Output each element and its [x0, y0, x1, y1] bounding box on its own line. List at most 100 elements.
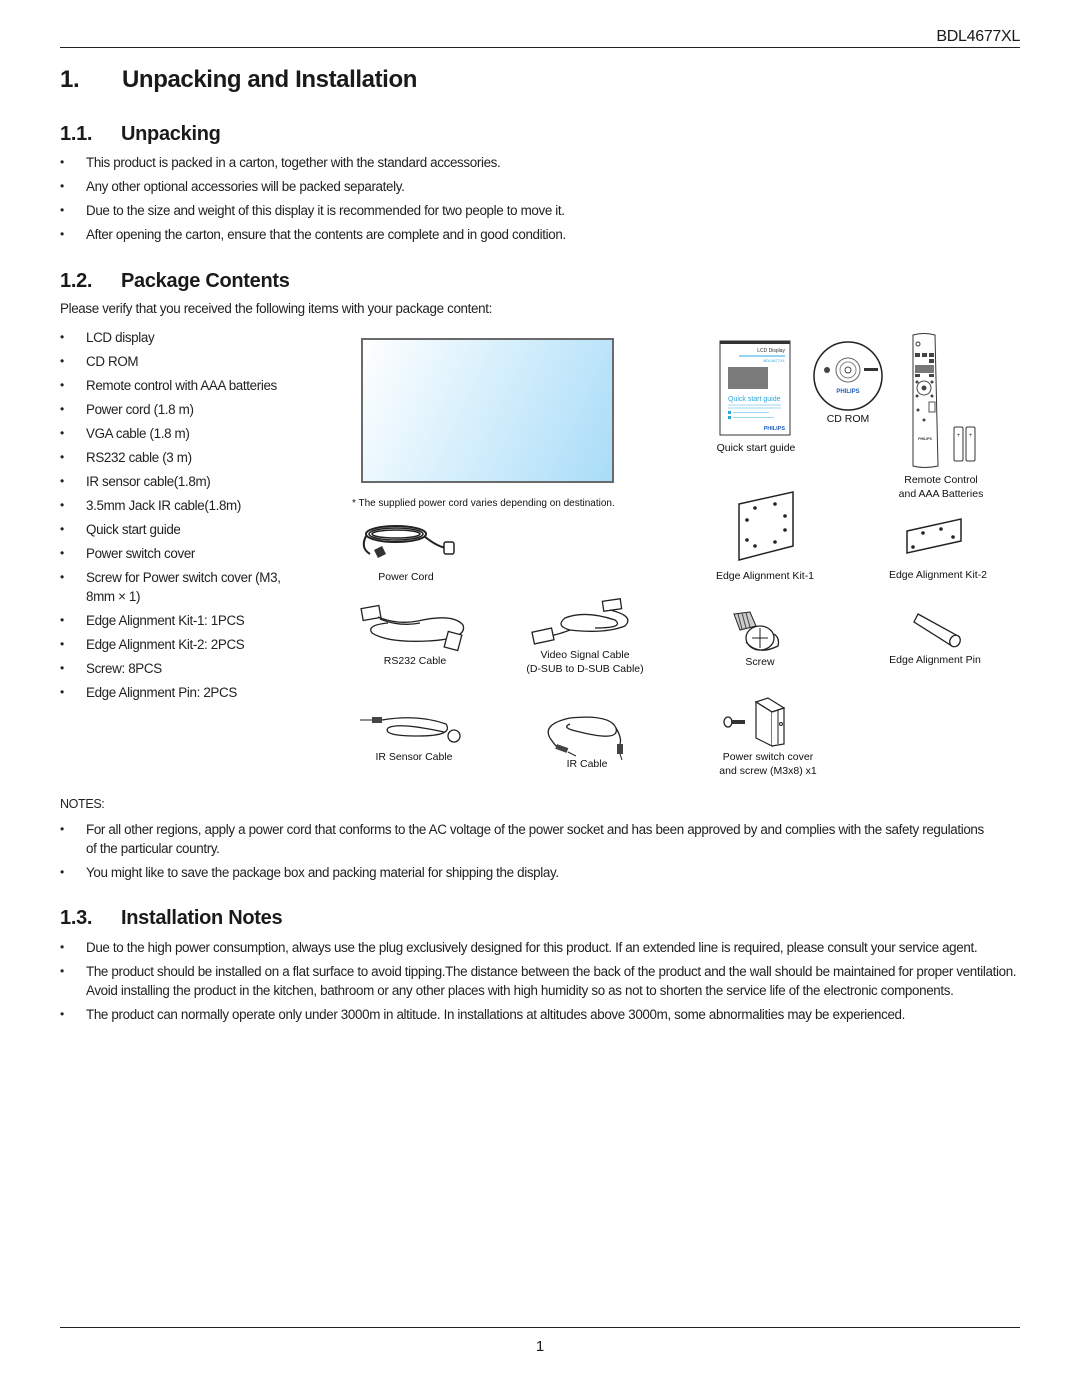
- list-item: For all other regions, apply a power cor…: [58, 820, 988, 858]
- list-item: Screw for Power switch cover (M3, 8mm × …: [58, 568, 311, 606]
- package-items-list: LCD display CD ROM Remote control with A…: [58, 328, 318, 702]
- section-number: 1.3.: [60, 907, 93, 929]
- list-item: CD ROM: [58, 352, 318, 371]
- list-item: Quick start guide: [58, 520, 318, 539]
- video-cable-illustration: [525, 598, 645, 646]
- caption-remote-control: Remote Control and AAA Batteries: [880, 473, 1002, 501]
- caption-edge-kit-2: Edge Alignment Kit-2: [888, 569, 988, 581]
- caption-quick-start-guide: Quick start guide: [716, 442, 796, 454]
- remote-brand: PHILIPS: [918, 437, 932, 441]
- caption-power-switch-cover: Power switch cover and screw (M3x8) x1: [700, 750, 836, 778]
- caption-edge-pin: Edge Alignment Pin: [889, 654, 981, 666]
- edge-kit-1-illustration: [737, 490, 797, 562]
- caption-line: Remote Control: [904, 474, 978, 486]
- screw-illustration: [730, 608, 785, 658]
- caption-line: and screw (M3x8) x1: [719, 765, 817, 777]
- list-item: Due to the high power consumption, alway…: [58, 938, 1023, 957]
- section-title: Installation Notes: [121, 907, 283, 929]
- caption-line: (D-SUB to D-SUB Cable): [526, 663, 644, 675]
- power-cord-illustration: [358, 520, 458, 566]
- footer-rule: [60, 1327, 1020, 1328]
- caption-ir-sensor-cable: IR Sensor Cable: [375, 751, 453, 763]
- cd-brand: PHILIPS: [836, 389, 859, 395]
- quick-start-guide-illustration: LCD Display BDL4677XL Quick start guide …: [719, 340, 791, 436]
- ir-cable-icon: [547, 716, 623, 761]
- notes-list: For all other regions, apply a power cor…: [58, 820, 988, 882]
- guide-brand: PHILIPS: [764, 426, 786, 432]
- remote-control-icon: PHILIPS + +: [912, 333, 976, 468]
- list-item: The product should be installed on a fla…: [58, 962, 1023, 1000]
- power-cord-note: * The supplied power cord varies dependi…: [352, 498, 615, 509]
- unpacking-list: This product is packed in a carton, toge…: [58, 153, 1018, 244]
- cd-rom-illustration: PHILIPS: [812, 340, 884, 412]
- section-title: Package Contents: [121, 270, 290, 292]
- remote-control-illustration: PHILIPS + +: [910, 332, 980, 470]
- section-title: Unpacking: [121, 123, 221, 145]
- guide-model: BDL4677XL: [763, 358, 785, 363]
- list-item: Edge Alignment Kit-1: 1PCS: [58, 611, 318, 630]
- list-item: Power cord (1.8 m): [58, 400, 318, 419]
- package-intro: Please verify that you received the foll…: [60, 301, 492, 316]
- chapter-title: 1. Unpacking and Installation: [60, 66, 417, 94]
- edge-kit-1-icon: [738, 491, 794, 561]
- cd-disc-icon: PHILIPS: [813, 341, 883, 411]
- list-item: LCD display: [58, 328, 318, 347]
- video-cable-icon: [531, 598, 629, 645]
- list-item: You might like to save the package box a…: [58, 863, 988, 882]
- list-item: Screw: 8PCS: [58, 659, 318, 678]
- list-item: After opening the carton, ensure that th…: [58, 225, 1018, 244]
- edge-kit-2-icon: [906, 518, 962, 554]
- caption-cd-rom: CD ROM: [826, 413, 870, 425]
- section-package-contents-heading: 1.2. Package Contents: [60, 270, 290, 293]
- svg-text:+: +: [969, 433, 973, 439]
- chapter-title-text: Unpacking and Installation: [122, 66, 417, 93]
- caption-video-cable: Video Signal Cable (D-SUB to D-SUB Cable…: [510, 648, 660, 676]
- list-item: Edge Alignment Kit-2: 2PCS: [58, 635, 318, 654]
- section-number: 1.2.: [60, 270, 93, 292]
- list-item: VGA cable (1.8 m): [58, 424, 318, 443]
- power-switch-cover-illustration: [722, 694, 802, 747]
- ir-sensor-cable-icon: [360, 717, 461, 743]
- caption-line: Power switch cover: [722, 751, 814, 763]
- guide-heading: Quick start guide: [728, 396, 781, 403]
- caption-line: Video Signal Cable: [540, 649, 630, 661]
- caption-screw: Screw: [745, 656, 775, 668]
- guide-booklet-icon: LCD Display BDL4677XL Quick start guide …: [719, 340, 791, 436]
- section-unpacking-heading: 1.1. Unpacking: [60, 123, 221, 146]
- guide-title: LCD Display: [757, 348, 785, 354]
- svg-text:+: +: [957, 433, 961, 439]
- page-number: 1: [535, 1338, 545, 1355]
- lcd-display-illustration: [361, 338, 614, 483]
- rs232-cable-illustration: [358, 604, 473, 655]
- list-item: Any other optional accessories will be p…: [58, 177, 1018, 196]
- edge-pin-illustration: [912, 612, 964, 648]
- rs232-cable-icon: [360, 604, 465, 652]
- ir-cable-illustration: [540, 714, 630, 761]
- list-item: IR sensor cable(1.8m): [58, 472, 318, 491]
- section-number: 1.1.: [60, 123, 93, 145]
- list-item: The product can normally operate only un…: [58, 1005, 1023, 1024]
- header-rule: [60, 47, 1020, 48]
- ir-sensor-cable-illustration: [358, 712, 463, 748]
- caption-line: and AAA Batteries: [898, 488, 984, 500]
- installation-notes-list: Due to the high power consumption, alway…: [58, 938, 1023, 1024]
- model-name: BDL4677XL: [936, 28, 1020, 45]
- caption-ir-cable: IR Cable: [566, 758, 608, 770]
- section-installation-notes-heading: 1.3. Installation Notes: [60, 907, 283, 930]
- edge-pin-icon: [913, 613, 961, 648]
- edge-kit-2-illustration: [905, 517, 965, 557]
- list-item: 3.5mm Jack IR cable(1.8m): [58, 496, 318, 515]
- notes-label: NOTES:: [60, 797, 105, 811]
- list-item: Due to the size and weight of this displ…: [58, 201, 1018, 220]
- list-item: Edge Alignment Pin: 2PCS: [58, 683, 318, 702]
- caption-power-cord: Power Cord: [378, 571, 434, 583]
- list-item: RS232 cable (3 m): [58, 448, 318, 467]
- power-cord-icon: [362, 525, 455, 558]
- power-switch-cover-icon: [723, 697, 786, 747]
- caption-edge-kit-1: Edge Alignment Kit-1: [715, 570, 815, 582]
- list-item: Remote control with AAA batteries: [58, 376, 318, 395]
- caption-rs232-cable: RS232 Cable: [383, 655, 447, 667]
- list-item: This product is packed in a carton, toge…: [58, 153, 1018, 172]
- chapter-number: 1.: [60, 66, 80, 93]
- list-item: Power switch cover: [58, 544, 318, 563]
